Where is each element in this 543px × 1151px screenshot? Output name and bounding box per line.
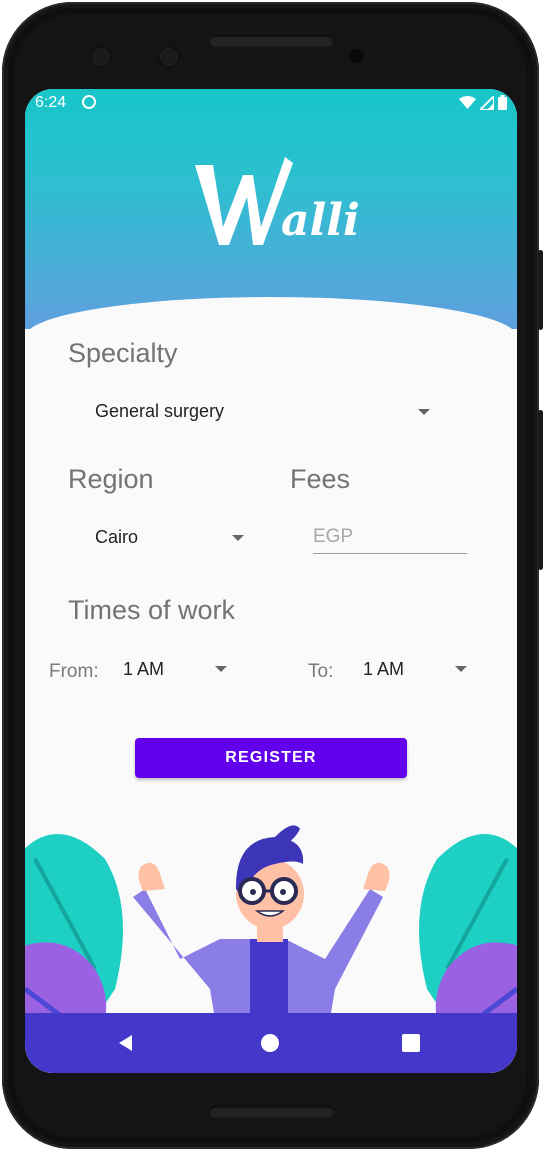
signal-icon [480, 95, 494, 110]
to-time-value: 1 AM [363, 659, 405, 679]
region-value: Cairo [95, 527, 139, 547]
celebrating-person-illustration [25, 825, 517, 1019]
status-bar: 6:24 [25, 89, 517, 117]
specialty-dropdown[interactable]: General surgery [85, 395, 440, 429]
front-camera [89, 45, 113, 69]
app-notification-icon [82, 95, 96, 109]
to-label: To: [308, 661, 334, 682]
home-icon[interactable] [260, 1033, 280, 1053]
battery-icon [498, 95, 507, 110]
back-icon[interactable] [116, 1033, 136, 1053]
proximity-sensor [350, 49, 364, 63]
fees-input[interactable]: EGP [313, 523, 467, 554]
wifi-icon [459, 95, 476, 109]
from-time-value: 1 AM [123, 659, 165, 679]
earpiece-speaker [209, 35, 334, 47]
volume-button [538, 410, 543, 570]
region-label: Region [68, 464, 154, 494]
svg-text:alli: alli [281, 195, 360, 246]
bottom-speaker [209, 1106, 334, 1118]
status-icons [459, 95, 507, 110]
dropdown-arrow-icon [232, 535, 244, 541]
dropdown-arrow-icon [418, 409, 430, 415]
power-button [538, 250, 543, 330]
status-time: 6:24 [35, 94, 67, 111]
specialty-label: Specialty [68, 338, 178, 368]
region-dropdown[interactable]: Cairo [85, 521, 255, 555]
from-label: From: [49, 661, 99, 682]
fees-label: Fees [290, 464, 351, 494]
dropdown-arrow-icon [215, 666, 227, 672]
screen: 6:24 alli Specialty General surgery Regi… [25, 89, 517, 1073]
from-time-dropdown[interactable]: 1 AM [113, 651, 233, 685]
recents-icon[interactable] [402, 1034, 420, 1052]
navigation-bar [25, 1013, 517, 1073]
front-camera-secondary [157, 45, 181, 69]
fees-placeholder: EGP [313, 526, 354, 547]
walli-logo: alli [195, 157, 360, 246]
times-of-work-label: Times of work [68, 595, 236, 625]
specialty-value: General surgery [95, 401, 225, 421]
register-button[interactable]: REGISTER [135, 738, 407, 778]
dropdown-arrow-icon [455, 666, 467, 672]
to-time-dropdown[interactable]: 1 AM [353, 651, 473, 685]
